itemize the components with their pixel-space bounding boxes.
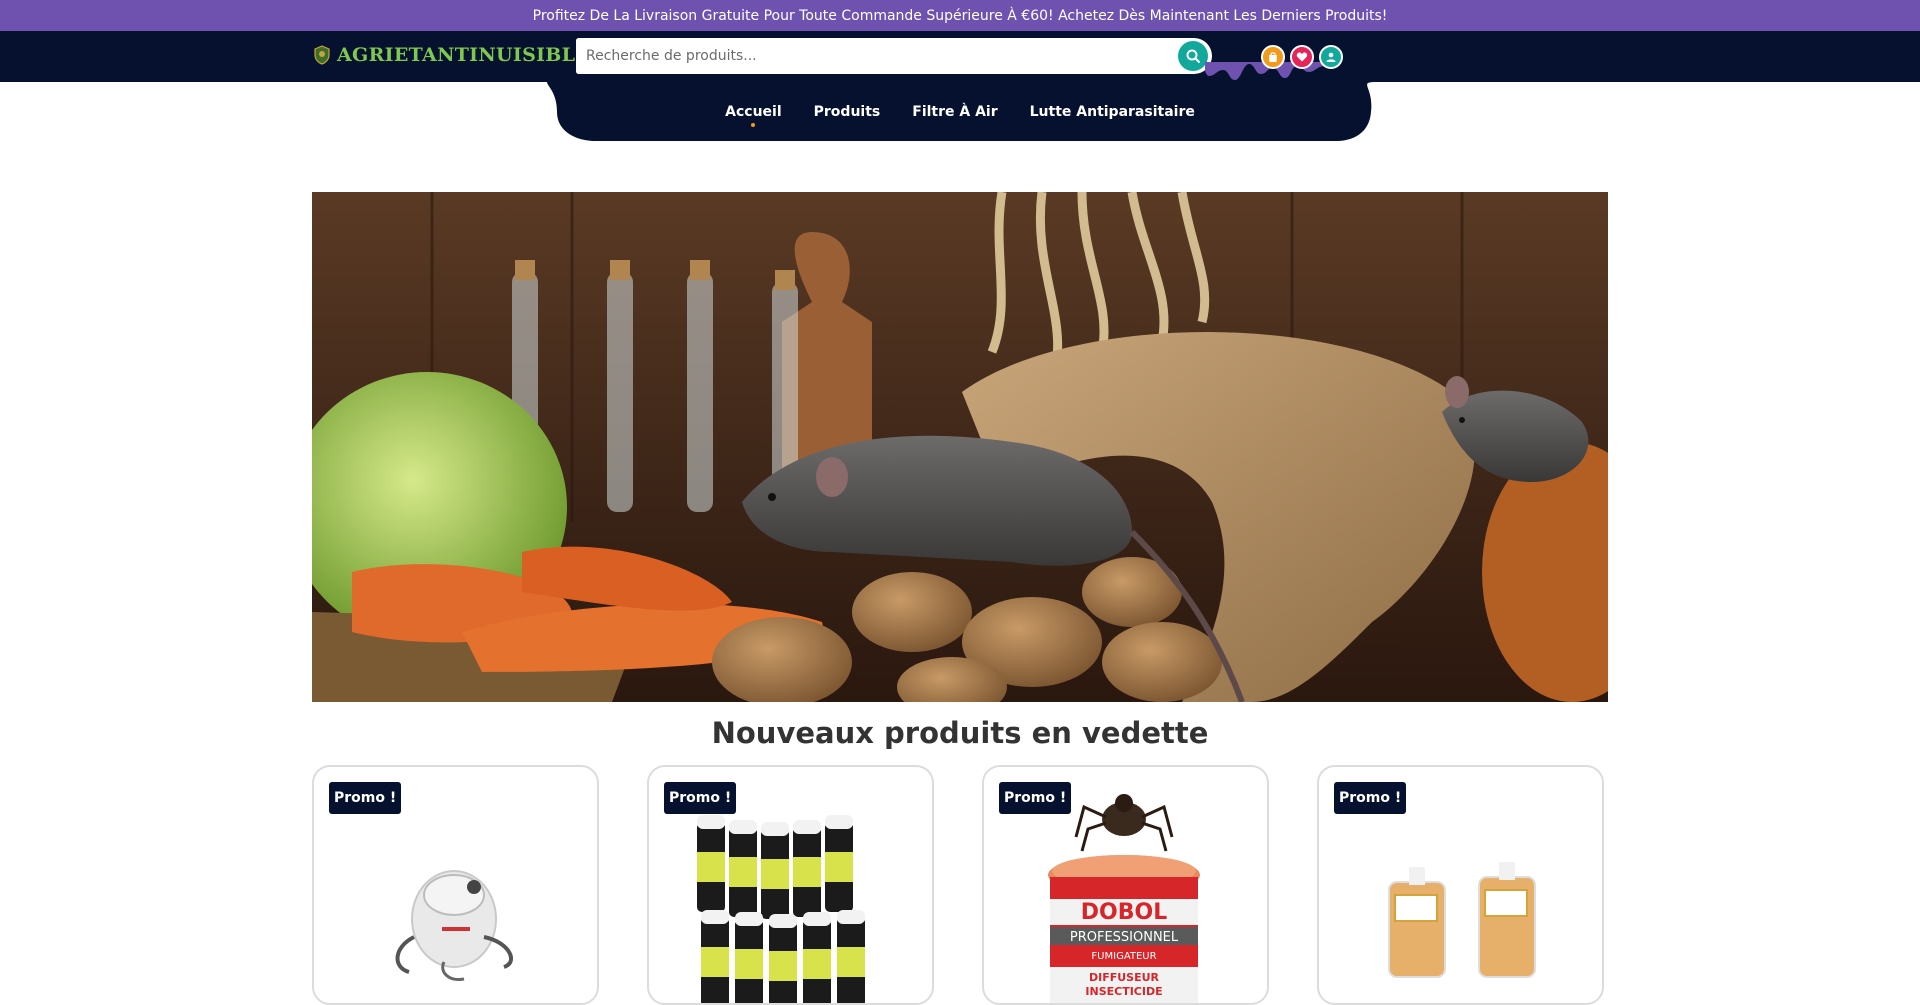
nav-item-filtre-a-air[interactable]: Filtre À Air [896, 82, 1013, 141]
nav-item-produits[interactable]: Produits [798, 82, 897, 141]
nav-item-lutte-antiparasitaire[interactable]: Lutte Antiparasitaire [1014, 82, 1211, 141]
search-button[interactable] [1178, 41, 1208, 71]
promo-badge: Promo ! [329, 782, 402, 814]
product-card[interactable]: Promo ! DOBOL PROFESSIONNEL FUMIGATEUR D… [982, 765, 1269, 1005]
account-button[interactable] [1319, 45, 1343, 69]
announcement-text: Profitez De La Livraison Gratuite Pour T… [532, 7, 1388, 24]
search-input[interactable] [576, 38, 1166, 74]
site-header: AGRIETANTINUISIBLES [0, 31, 1920, 82]
product-line: FUMIGATEUR [1091, 951, 1156, 962]
nav-item-accueil[interactable]: Accueil [709, 82, 798, 141]
product-card[interactable]: Promo ! [647, 765, 934, 1005]
product-line: DIFFUSEUR [1089, 971, 1160, 984]
heart-icon [1296, 52, 1308, 62]
shopping-bag-icon [1269, 52, 1277, 62]
product-line: INSECTICIDE [1085, 985, 1162, 998]
product-subbrand: PROFESSIONNEL [1070, 930, 1179, 945]
main-nav: Accueil Produits Filtre À Air Lutte Anti… [0, 82, 1920, 141]
search-icon [1186, 49, 1200, 63]
promo-badge: Promo ! [1334, 782, 1407, 814]
product-card[interactable]: Promo ! [1317, 765, 1604, 1005]
logo-text: AGRIETANTINUISIBLES [337, 44, 605, 66]
logo-emblem-icon [314, 45, 330, 65]
announcement-bar: Profitez De La Livraison Gratuite Pour T… [0, 0, 1920, 31]
user-icon [1326, 52, 1336, 62]
cart-button[interactable] [1261, 45, 1285, 69]
site-logo[interactable]: AGRIETANTINUISIBLES [313, 44, 604, 66]
product-brand: DOBOL [1081, 900, 1167, 925]
hero-banner-image[interactable] [312, 192, 1608, 702]
wishlist-button[interactable] [1290, 45, 1314, 69]
search-box [576, 38, 1212, 74]
product-card[interactable]: Promo ! [312, 765, 599, 1005]
promo-badge: Promo ! [664, 782, 737, 814]
promo-badge: Promo ! [999, 782, 1072, 814]
section-title: Nouveaux produits en vedette [711, 716, 1209, 750]
